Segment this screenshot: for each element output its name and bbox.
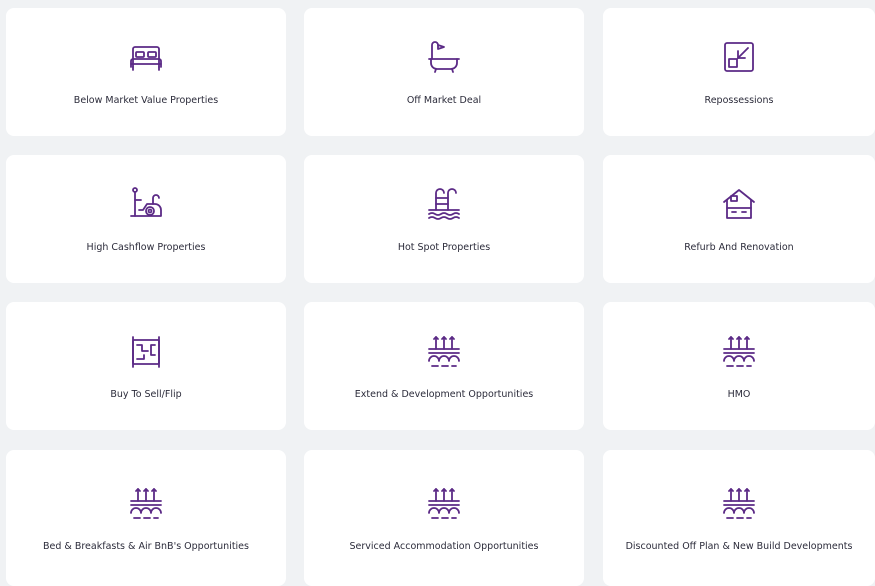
card-below-market-value[interactable]: Below Market Value Properties xyxy=(6,8,286,136)
card-repossessions[interactable]: Repossessions xyxy=(603,8,875,136)
card-extend-development[interactable]: Extend & Development Opportunities xyxy=(304,302,584,430)
card-label: Hot Spot Properties xyxy=(397,242,491,253)
card-label: Off Market Deal xyxy=(406,95,482,106)
bridge-icon xyxy=(719,331,759,371)
card-label: Discounted Off Plan & New Build Developm… xyxy=(625,541,853,552)
blueprint-icon xyxy=(126,331,166,371)
card-label: Refurb And Renovation xyxy=(684,242,794,253)
card-label: Serviced Accommodation Opportunities xyxy=(349,541,539,552)
card-hot-spot[interactable]: Hot Spot Properties xyxy=(304,155,584,283)
card-serviced-accommodation[interactable]: Serviced Accommodation Opportunities xyxy=(304,450,584,586)
bridge-icon xyxy=(424,483,464,523)
card-high-cashflow[interactable]: High Cashflow Properties xyxy=(6,155,286,283)
pool-ladder-icon xyxy=(424,184,464,224)
cashflow-machine-icon xyxy=(126,184,166,224)
card-refurb-renovation[interactable]: Refurb And Renovation xyxy=(603,155,875,283)
card-label: Repossessions xyxy=(704,95,774,106)
card-hmo[interactable]: HMO xyxy=(603,302,875,430)
house-icon xyxy=(719,184,759,224)
bed-icon xyxy=(126,37,166,77)
card-label: Bed & Breakfasts & Air BnB's Opportuniti… xyxy=(43,541,249,552)
bridge-icon xyxy=(719,483,759,523)
card-label: HMO xyxy=(727,389,751,400)
bathtub-icon xyxy=(424,37,464,77)
card-bed-breakfast-airbnb[interactable]: Bed & Breakfasts & Air BnB's Opportuniti… xyxy=(6,450,286,586)
card-off-market-deal[interactable]: Off Market Deal xyxy=(304,8,584,136)
category-grid: Below Market Value Properties Off Market… xyxy=(0,0,875,586)
card-label: Extend & Development Opportunities xyxy=(354,389,534,400)
bridge-icon xyxy=(126,483,166,523)
arrow-in-square-icon xyxy=(719,37,759,77)
card-discounted-off-plan[interactable]: Discounted Off Plan & New Build Developm… xyxy=(603,450,875,586)
card-label: High Cashflow Properties xyxy=(86,242,206,253)
card-label: Below Market Value Properties xyxy=(73,95,219,106)
card-label: Buy To Sell/Flip xyxy=(110,389,182,400)
bridge-icon xyxy=(424,331,464,371)
card-buy-to-sell[interactable]: Buy To Sell/Flip xyxy=(6,302,286,430)
